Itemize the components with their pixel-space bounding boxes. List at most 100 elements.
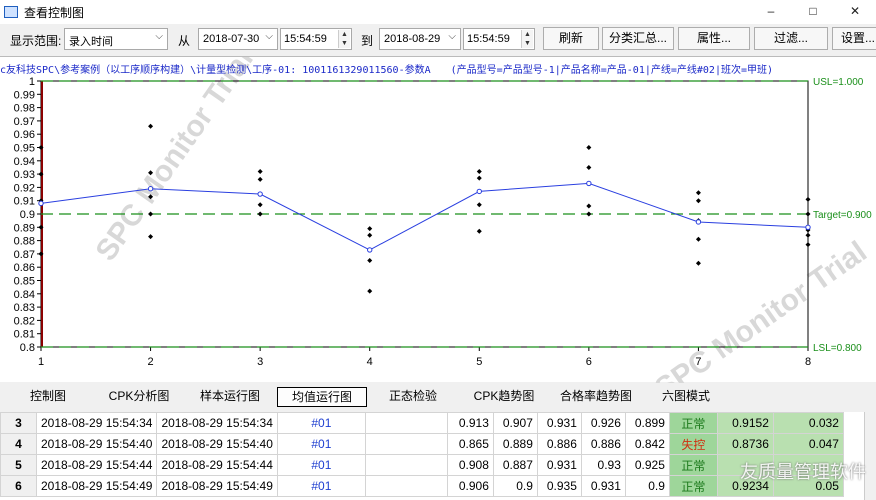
table-row[interactable]: 5 2018-08-29 15:54:44 2018-08-29 15:54:44 #… <box>0 454 844 476</box>
value-cell: 0.865 <box>446 433 494 455</box>
sample-point <box>367 226 373 232</box>
tab-sample-run[interactable]: 样本运行图 <box>194 387 266 407</box>
sample-point <box>805 211 811 217</box>
chart-path: c友科技SPC\参考案例（以工序顺序构建）\计量型检测\工序-01: 10011… <box>0 65 431 76</box>
row-number: 3 <box>0 412 37 434</box>
sample-time-cell: 2018-08-29 15:54:44 <box>156 454 278 476</box>
sample-point <box>586 164 592 170</box>
app-icon <box>4 6 18 18</box>
sample-point <box>476 202 482 208</box>
chart-tabs: 控制图 CPK分析图 样本运行图 均值运行图 正态检验 CPK趋势图 合格率趋势… <box>0 386 876 408</box>
value-cell: 0.9 <box>624 475 670 497</box>
sample-point <box>367 232 373 238</box>
from-label: 从 <box>178 34 191 48</box>
y-tick-label: 0.98 <box>14 103 35 115</box>
mean-point <box>586 180 592 187</box>
value-cell: 0.925 <box>624 454 670 476</box>
empty-cell <box>364 412 448 434</box>
y-tick-label: 0.95 <box>14 143 35 155</box>
spin-arrows-icon[interactable]: ▲ ▼ <box>521 30 533 48</box>
line-cell: #01 <box>276 454 366 476</box>
value-cell: 0.886 <box>536 433 582 455</box>
mean-point <box>476 188 482 195</box>
y-tick-label: 0.97 <box>14 116 35 128</box>
range-select-value: 录入时间 <box>69 36 113 48</box>
tab-control-chart[interactable]: 控制图 <box>16 387 80 407</box>
sample-point <box>586 203 592 209</box>
summary-button[interactable]: 分类汇总... <box>602 27 674 50</box>
status-cell: 失控 <box>668 433 718 455</box>
value-cell: 0.931 <box>580 475 626 497</box>
sample-point <box>805 242 811 248</box>
from-time-value: 15:54:59 <box>284 33 327 45</box>
sample-point <box>476 228 482 234</box>
sample-point <box>586 145 592 150</box>
data-table: 3 2018-08-29 15:54:34 2018-08-29 15:54:34 #… <box>0 412 876 500</box>
created-time-cell: 2018-08-29 15:54:44 <box>35 454 158 476</box>
to-time-input[interactable]: 15:54:59 ▲ ▼ <box>463 28 535 50</box>
y-tick-label: 0.94 <box>14 156 35 168</box>
settings-button[interactable]: 设置... <box>832 27 876 50</box>
table-row[interactable]: 6 2018-08-29 15:54:49 2018-08-29 15:54:49 #… <box>0 475 844 497</box>
range-label: 显示范围: <box>10 34 62 48</box>
y-tick-label: 0.91 <box>14 196 35 208</box>
sample-time-cell: 2018-08-29 15:54:49 <box>156 475 278 497</box>
line-cell: #01 <box>276 433 366 455</box>
y-tick-label: 0.96 <box>14 129 35 141</box>
y-tick-label: 0.88 <box>14 236 35 248</box>
sample-point <box>367 258 373 264</box>
vertical-scrollbar[interactable] <box>864 412 876 500</box>
filter-button[interactable]: 过滤... <box>754 27 828 50</box>
mean-point <box>367 247 373 253</box>
tab-pass-rate-trend[interactable]: 合格率趋势图 <box>556 387 636 407</box>
tab-six-chart-mode[interactable]: 六图模式 <box>654 387 718 407</box>
value-cell: 0.889 <box>492 433 538 455</box>
maximize-button[interactable]: □ <box>792 0 834 24</box>
status-cell: 正常 <box>668 454 718 476</box>
tab-cpk-trend[interactable]: CPK趋势图 <box>470 387 538 407</box>
window-title: 查看控制图 <box>24 5 85 20</box>
spin-arrows-icon[interactable]: ▲ ▼ <box>338 30 350 48</box>
line-cell: #01 <box>276 412 366 434</box>
mean-point <box>38 200 44 207</box>
x-tick-label: 7 <box>695 356 701 368</box>
sample-point <box>805 196 811 202</box>
value-cell: 0.9 <box>492 475 538 497</box>
from-date-picker[interactable]: 2018-07-30 ⌵ <box>198 28 278 50</box>
value-cell: 0.908 <box>446 454 494 476</box>
minimize-button[interactable]: – <box>750 0 792 24</box>
to-date-value: 2018-08-29 <box>384 33 441 45</box>
sample-point <box>695 260 701 266</box>
value-cell: 0.931 <box>536 454 582 476</box>
line-cell: #01 <box>276 475 366 497</box>
properties-button[interactable]: 属性... <box>678 27 750 50</box>
value-cell: 0.886 <box>580 433 626 455</box>
sample-point <box>805 232 811 238</box>
tab-mean-run[interactable]: 均值运行图 <box>277 387 367 407</box>
empty-cell <box>364 454 448 476</box>
x-tick-label: 2 <box>148 356 154 368</box>
tab-cpk-analysis[interactable]: CPK分析图 <box>104 387 174 407</box>
usl-label: USL=1.000 <box>813 77 864 88</box>
y-tick-label: 0.8 <box>20 342 35 354</box>
from-time-input[interactable]: 15:54:59 ▲ ▼ <box>280 28 352 50</box>
to-date-picker[interactable]: 2018-08-29 ⌵ <box>379 28 461 50</box>
value-cell: 0.93 <box>580 454 626 476</box>
chart-header: c友科技SPC\参考案例（以工序顺序构建）\计量型检测\工序-01: 10011… <box>0 61 876 76</box>
y-tick-label: 0.99 <box>14 89 35 101</box>
table-row[interactable]: 4 2018-08-29 15:54:40 2018-08-29 15:54:40 #… <box>0 433 844 455</box>
y-tick-label: 0.9 <box>20 209 35 221</box>
sample-point <box>148 234 154 240</box>
value-cell: 0.913 <box>446 412 494 434</box>
x-tick-label: 1 <box>38 356 44 368</box>
title-bar: 查看控制图 – □ ✕ <box>0 0 876 24</box>
value-cell: 0.935 <box>536 475 582 497</box>
refresh-button[interactable]: 刷新 <box>543 27 599 50</box>
tab-normality-test[interactable]: 正态检验 <box>382 387 444 407</box>
range-select[interactable]: 录入时间 ⌵ <box>64 28 168 50</box>
row-number: 6 <box>0 475 37 497</box>
table-row[interactable]: 3 2018-08-29 15:54:34 2018-08-29 15:54:34 #… <box>0 412 844 434</box>
close-button[interactable]: ✕ <box>834 0 876 24</box>
y-tick-label: 0.83 <box>14 302 35 314</box>
sample-point <box>257 202 263 208</box>
